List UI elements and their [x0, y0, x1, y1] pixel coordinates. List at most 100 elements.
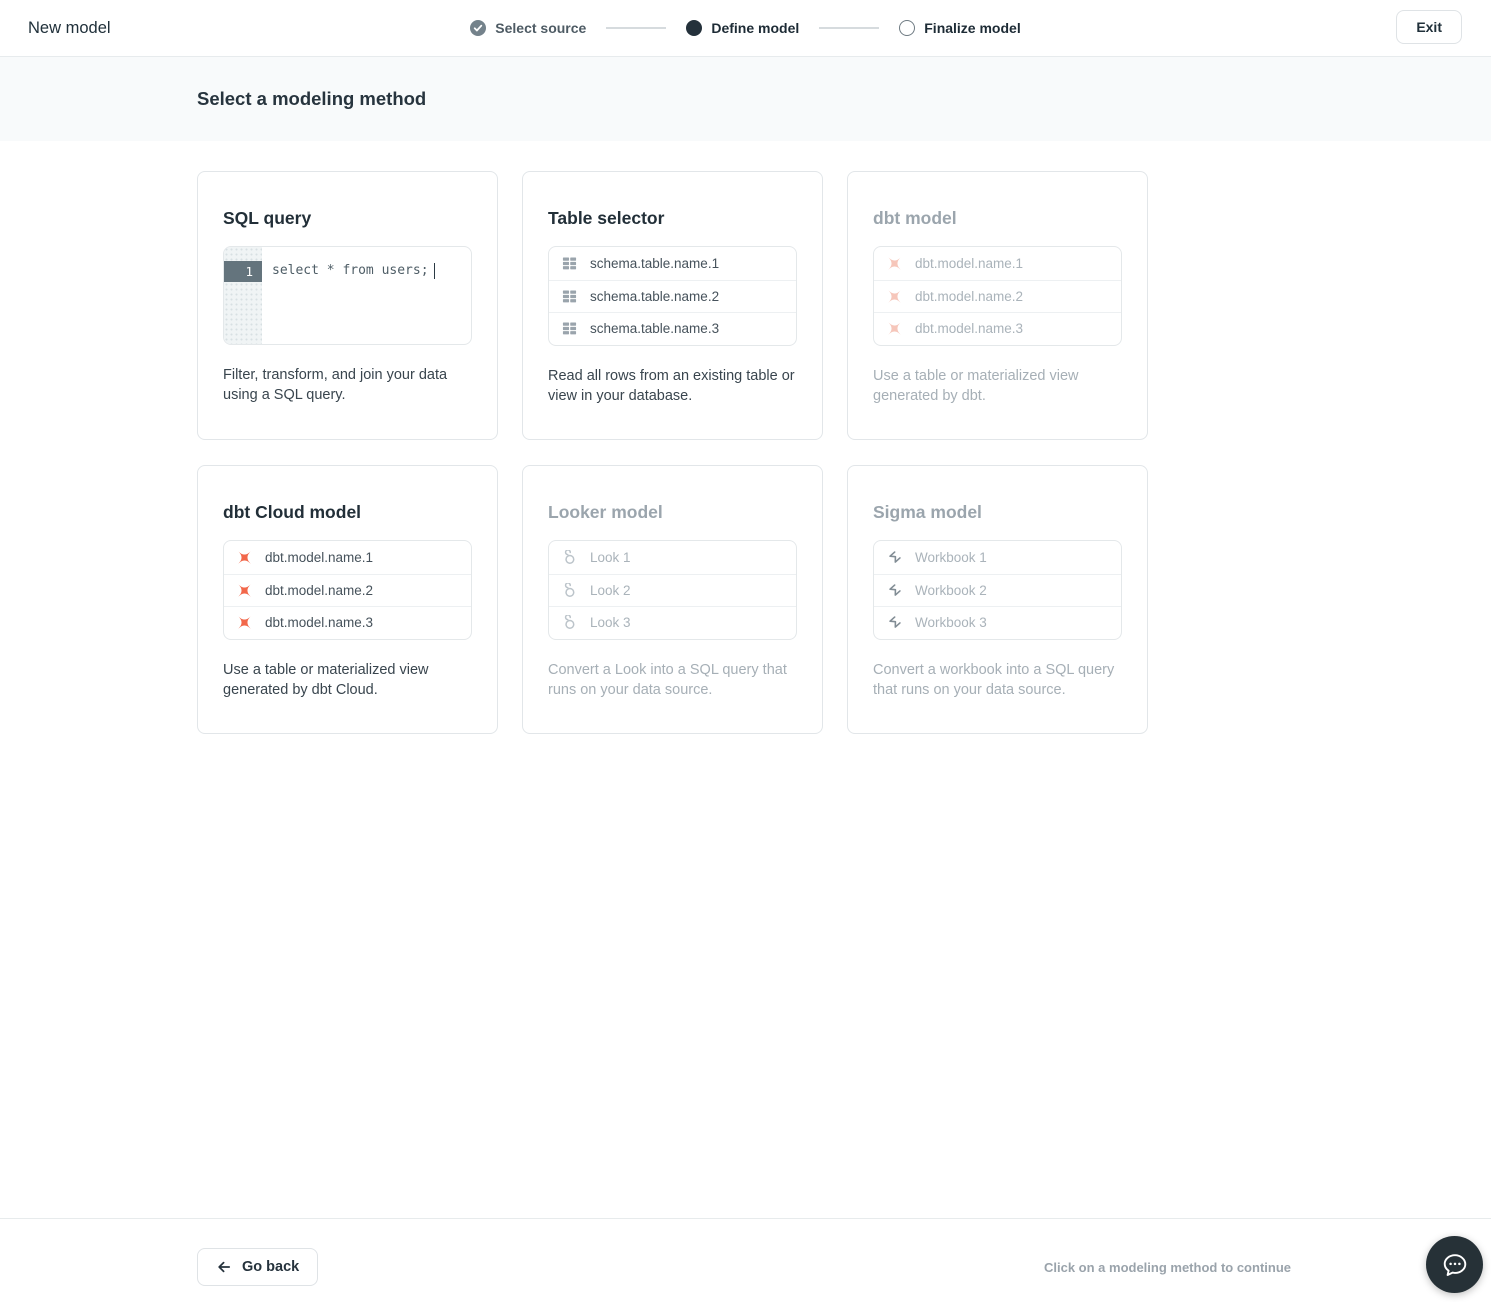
list-item: schema.table.name.2: [549, 279, 796, 313]
main-content: SQL query 1 select * from users; Filter, tr…: [0, 141, 1491, 1218]
list-item: dbt.model.name.3: [874, 312, 1121, 345]
list-item: dbt.model.name.2: [224, 573, 471, 607]
go-back-button[interactable]: Go back: [197, 1248, 319, 1286]
table-icon: [562, 321, 577, 336]
dbt-icon: [237, 583, 252, 598]
list-item: dbt.model.name.1: [874, 247, 1121, 280]
page-title: New model: [28, 18, 111, 37]
list-item: Look 3: [549, 606, 796, 639]
sql-editor-preview: 1 select * from users;: [223, 246, 472, 345]
step-finalize-model[interactable]: Finalize model: [899, 20, 1021, 36]
card-sigma-model: Sigma model Workbook 1 Workbook 2 Workbook …: [847, 465, 1148, 734]
dbt-icon: [237, 550, 252, 565]
footer-bar: Go back Click on a modeling method to co…: [0, 1218, 1491, 1302]
list-item-label: dbt.model.name.3: [265, 615, 374, 631]
dbt-icon: [887, 289, 902, 304]
list-item: schema.table.name.3: [549, 312, 796, 345]
stepper: Select source Define model Finalize model: [470, 20, 1021, 36]
card-title: Sigma model: [873, 502, 982, 522]
sigma-icon: [887, 550, 902, 565]
list-item: dbt.model.name.2: [874, 279, 1121, 313]
modeling-method-grid: SQL query 1 select * from users; Filter, tr…: [0, 141, 1491, 734]
current-step-dot-icon: [686, 20, 703, 36]
list-item-label: dbt.model.name.1: [915, 255, 1024, 271]
list-item: Workbook 2: [874, 573, 1121, 607]
list-item-label: Look 1: [590, 549, 631, 565]
list-item: dbt.model.name.3: [224, 606, 471, 639]
list-item-label: Workbook 1: [915, 549, 987, 565]
check-circle-icon: [470, 20, 487, 36]
top-bar: New model Select source Define model Final…: [0, 0, 1491, 57]
looker-icon: [562, 549, 577, 565]
sigma-icon: [887, 583, 902, 598]
list-item: schema.table.name.1: [549, 247, 796, 280]
dbt-icon: [237, 615, 252, 630]
preview-list: Look 1 Look 2 Look 3: [548, 540, 797, 640]
subheader: Select a modeling method: [0, 57, 1491, 141]
card-sql-query[interactable]: SQL query 1 select * from users; Filter, tr…: [197, 171, 498, 440]
code-text: select * from users;: [262, 247, 436, 344]
card-dbt-model: dbt model dbt.model.name.1 dbt.model.name.…: [847, 171, 1148, 440]
card-table-selector[interactable]: Table selector schema.table.name.1 schema.…: [522, 171, 823, 440]
looker-icon: [562, 615, 577, 630]
editor-gutter: 1: [224, 247, 262, 344]
sigma-icon: [887, 615, 902, 630]
list-item: Look 2: [549, 573, 796, 607]
list-item: Workbook 1: [874, 541, 1121, 574]
step-define-model[interactable]: Define model: [686, 20, 799, 36]
go-back-label: Go back: [242, 1259, 300, 1275]
list-item-label: schema.table.name.1: [590, 255, 720, 271]
list-item-label: Workbook 2: [915, 582, 987, 598]
card-title: SQL query: [223, 208, 312, 228]
list-item-label: dbt.model.name.2: [265, 582, 374, 598]
list-item-label: dbt.model.name.3: [915, 321, 1024, 337]
step-select-source[interactable]: Select source: [470, 20, 586, 36]
list-item-label: Workbook 3: [915, 615, 987, 631]
step-label: Finalize model: [924, 20, 1021, 36]
upcoming-step-dot-icon: [899, 20, 916, 36]
step-label: Define model: [711, 20, 800, 36]
card-title: Table selector: [548, 208, 665, 228]
list-item: dbt.model.name.1: [224, 541, 471, 574]
list-item-label: schema.table.name.3: [590, 321, 720, 337]
card-title: dbt model: [873, 208, 957, 228]
card-description: Read all rows from an existing table or …: [548, 367, 795, 404]
dbt-icon: [887, 256, 902, 271]
preview-list: Workbook 1 Workbook 2 Workbook 3: [873, 540, 1122, 640]
card-title: Looker model: [548, 502, 663, 522]
section-title: Select a modeling method: [197, 88, 427, 109]
text-cursor: [433, 263, 436, 279]
table-icon: [562, 256, 577, 271]
preview-list: schema.table.name.1 schema.table.name.2 sc…: [548, 246, 797, 346]
preview-list: dbt.model.name.1 dbt.model.name.2 dbt.mode…: [873, 246, 1122, 346]
list-item-label: Look 3: [590, 615, 631, 631]
card-description: Use a table or materialized view generat…: [223, 661, 429, 698]
arrow-left-icon: [216, 1259, 232, 1275]
looker-icon: [562, 582, 577, 598]
list-item-label: dbt.model.name.1: [265, 549, 374, 565]
card-description: Convert a Look into a SQL query that run…: [548, 661, 787, 698]
preview-list: dbt.model.name.1 dbt.model.name.2 dbt.mode…: [223, 540, 472, 640]
card-description: Use a table or materialized view generat…: [873, 367, 1079, 404]
list-item-label: dbt.model.name.2: [915, 288, 1024, 304]
card-title: dbt Cloud model: [223, 502, 362, 522]
chat-bubble-icon: [1438, 1248, 1472, 1282]
card-description: Filter, transform, and join your data us…: [223, 367, 448, 403]
line-number: 1: [224, 261, 262, 282]
chat-widget-button[interactable]: [1426, 1236, 1483, 1293]
table-icon: [562, 289, 577, 304]
step-connector: [606, 27, 667, 29]
list-item-label: Look 2: [590, 582, 631, 598]
list-item-label: schema.table.name.2: [590, 288, 720, 304]
exit-button[interactable]: Exit: [1396, 10, 1462, 44]
card-looker-model: Looker model Look 1 Look 2 Look 3 Convert a …: [522, 465, 823, 734]
footer-hint: Click on a modeling method to continue: [1043, 1260, 1291, 1275]
step-label: Select source: [495, 20, 587, 36]
list-item: Look 1: [549, 541, 796, 574]
dbt-icon: [887, 321, 902, 336]
card-dbt-cloud-model[interactable]: dbt Cloud model dbt.model.name.1 dbt.model…: [197, 465, 498, 734]
list-item: Workbook 3: [874, 606, 1121, 639]
step-connector: [819, 27, 880, 29]
card-description: Convert a workbook into a SQL query that…: [873, 661, 1115, 698]
new-model-wizard: New model Select source Define model Final…: [0, 0, 1491, 1302]
